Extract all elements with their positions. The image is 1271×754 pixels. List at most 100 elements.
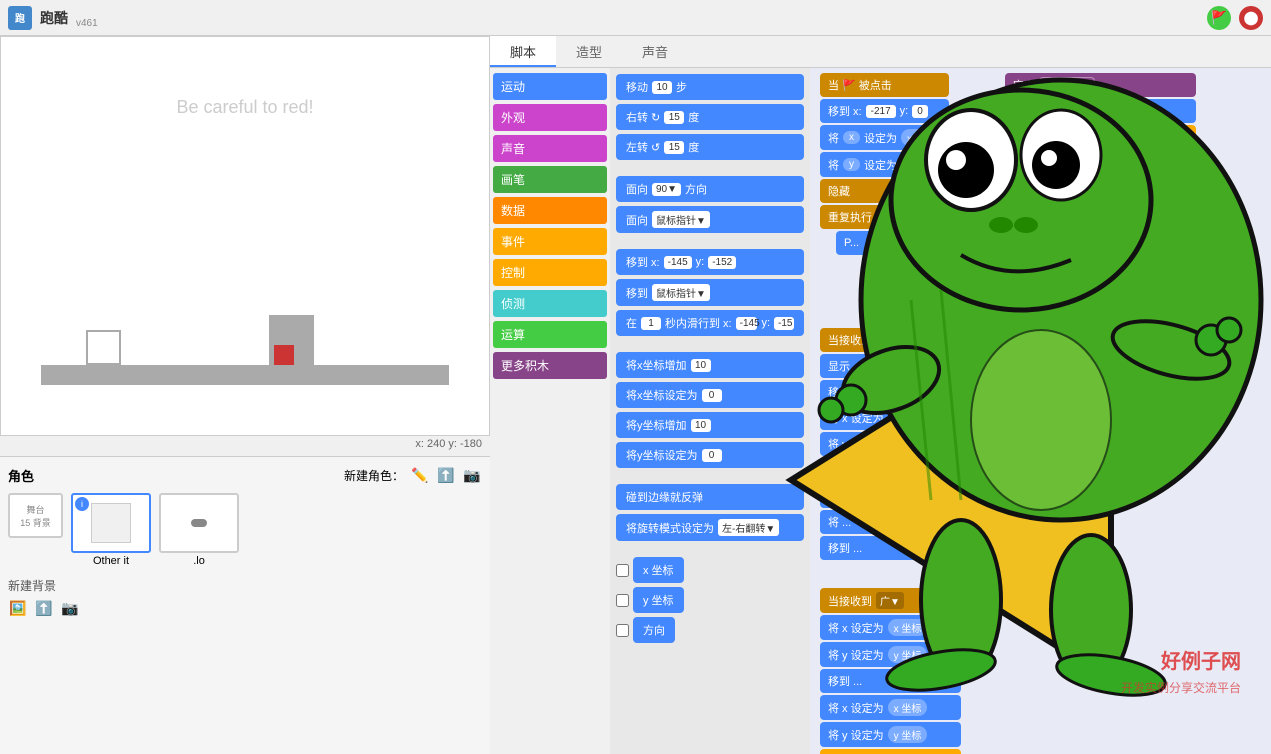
tab-scripts[interactable]: 脚本 <box>490 36 556 67</box>
block-y-coord-checkbox[interactable]: y 坐标 <box>616 587 804 613</box>
cat-events[interactable]: 事件 <box>493 228 607 255</box>
if-left-key[interactable]: 如果 数键 左移键 是否按下？ 那么 <box>1005 202 1196 227</box>
block-x-coord-checkbox[interactable]: x 坐标 <box>616 557 804 583</box>
cat-data[interactable]: 数据 <box>493 197 607 224</box>
change-xv-neg[interactable]: 将 Xv 增加 -0.85 <box>1025 253 1196 277</box>
move-to-block[interactable]: 移到 ... <box>820 669 961 693</box>
set-y-2[interactable]: 将 y 设定为 0 <box>820 432 928 456</box>
sprites-title: 角色 <box>8 466 34 485</box>
set-x-2[interactable]: 将 x 设定为 -222 <box>820 406 928 430</box>
block-goto-mouse[interactable]: 移到 鼠标指针▼ <box>616 279 804 306</box>
repeat-block[interactable]: 重复执行 <box>820 205 949 229</box>
block-glide[interactable]: 在 1 秒内滑行到 x: -145 y: -15 <box>616 310 804 336</box>
if-left-body: 面向 -90▼ 方向 将 Xv 增加 -0.85 <box>1025 229 1196 277</box>
block-change-y[interactable]: 将y坐标增加 10 <box>616 412 804 438</box>
paint-bg-button[interactable]: 🖼️ <box>8 598 28 618</box>
cat-control[interactable]: 控制 <box>493 259 607 286</box>
paint-sprite-button[interactable]: ✏️ <box>410 465 430 485</box>
set-x-1[interactable]: 将 x 设定为 x 坐标 <box>820 125 949 150</box>
tab-sounds[interactable]: 声音 <box>622 36 688 67</box>
new-sprite-label: 新建角色： <box>344 467 404 484</box>
stage: Be careful to red! <box>0 36 490 436</box>
change-xv-pos[interactable]: 将 Xv 增加 0.85 <box>1025 176 1196 200</box>
block-turn-left[interactable]: 左转 ↺ 15 度 <box>616 134 804 160</box>
event-flag-clicked[interactable]: 当 🚩 被点击 <box>820 73 949 97</box>
green-flag-button[interactable]: 🚩 <box>1207 6 1231 30</box>
camera-sprite-button[interactable]: 📷 <box>462 465 482 485</box>
set-y-3[interactable]: 将 y 设定为 y 坐标 <box>820 642 961 667</box>
cat-more[interactable]: 更多积木 <box>493 352 607 379</box>
block-change-x[interactable]: 将x坐标增加 10 <box>616 352 804 378</box>
stage-red-block <box>274 345 294 365</box>
upload-sprite-button[interactable]: ⬆️ <box>436 465 456 485</box>
show-block[interactable]: 显示 <box>820 354 928 378</box>
block-face-dir[interactable]: 面向 90▼ 方向 <box>616 176 804 202</box>
stage-platform <box>41 365 449 385</box>
main-area: Be careful to red! x: 240 y: -180 角色 新建角… <box>0 36 1271 754</box>
categories-panel: 运动 外观 声音 画笔 数据 事件 控制 侦测 运算 更多积木 <box>490 68 610 754</box>
go-to-xy-1[interactable]: 移到 x: -217 y: 0 <box>820 99 949 123</box>
block-turn-right[interactable]: 右转 ↻ 15 度 <box>616 104 804 130</box>
scripts-area: 脚本 造型 声音 运动 外观 声音 画笔 数据 事件 控制 侦测 运算 更多积木… <box>490 36 1271 754</box>
set-block-1[interactable]: 将 ... <box>820 484 928 508</box>
stage-coords: x: 240 y: -180 <box>0 436 490 456</box>
go-to-xy-2[interactable]: 移到 x: -222 y: ... <box>820 380 928 404</box>
stage-sprite-item[interactable]: 舞台 15 背景 <box>8 493 63 567</box>
scripts-canvas[interactable]: 当 🚩 被点击 移到 x: -217 y: 0 将 x 设定为 x 坐标 将 y… <box>810 68 1271 754</box>
x-coord-check[interactable] <box>616 564 629 577</box>
upload-bg-button[interactable]: ⬆️ <box>34 598 54 618</box>
app-icon: 跑 <box>8 6 32 30</box>
event-receive-start[interactable]: 当接收到 Start▼ <box>820 328 928 352</box>
block-face-mouse[interactable]: 面向 鼠标指针▼ <box>616 206 804 233</box>
set-block-2[interactable]: 将 ... <box>820 510 928 534</box>
camera-bg-button[interactable]: 📷 <box>60 598 80 618</box>
block-move[interactable]: 移动 10 步 <box>616 74 804 100</box>
physics-param-xy[interactable]: 移到 x: x y: y <box>1005 99 1196 123</box>
tabs: 脚本 造型 声音 <box>490 36 1271 68</box>
topbar: 跑 跑酷 v461 🚩 ⬤ <box>0 0 1271 36</box>
stop-button[interactable]: ⬤ <box>1239 6 1263 30</box>
set-cos-x[interactable]: 将 x 设定为 x 坐标 <box>820 695 961 720</box>
cat-sound[interactable]: 声音 <box>493 135 607 162</box>
if-touch-color[interactable]: 如果 碰到颜色 ？ <box>820 749 961 754</box>
block-goto-xy[interactable]: 移到 x: -145 y: -152 <box>616 249 804 275</box>
block-rotation-style[interactable]: 将旋转模式设定为 左-右翻转▼ <box>616 514 804 541</box>
y-coord-check[interactable] <box>616 594 629 607</box>
p-block[interactable]: P... <box>836 231 949 255</box>
sprite-item-0[interactable]: i Other it <box>71 493 151 567</box>
if-right-body: 面向 90▼ 方向 将 Xv 增加 0.85 <box>1025 152 1196 200</box>
if-right-key[interactable]: 如果 数键 右移键 是否按下？ 那么 <box>1005 125 1196 150</box>
sprite-costume-0 <box>91 503 131 543</box>
block-set-y[interactable]: 将y坐标设定为 0 <box>616 442 804 468</box>
xv-times[interactable]: Xv * 0.87 <box>1005 279 1196 303</box>
sprite-item-1[interactable]: .lo <box>159 493 239 567</box>
go-to-block[interactable]: 移到 ... <box>820 536 928 560</box>
sprite-thumb-0: i <box>71 493 151 553</box>
app-title: 跑酷 <box>40 8 68 28</box>
script-group-2: 当接收到 Start▼ 显示 移到 x: -222 y: ... 将 x 设定为… <box>820 328 928 560</box>
sprite-name-0: Other it <box>93 555 129 567</box>
set-y-1[interactable]: 将 y 设定为 y 坐标 <box>820 152 949 177</box>
define-physics[interactable]: 定义 Physics <box>1005 73 1196 97</box>
direction-check[interactable] <box>616 624 629 637</box>
face-n90[interactable]: 面向 -90▼ 方向 <box>1025 229 1196 253</box>
set-cos-y[interactable]: 将 y 设定为 y 坐标 <box>820 722 961 747</box>
block-direction-checkbox[interactable]: 方向 <box>616 617 804 643</box>
cat-operators[interactable]: 运算 <box>493 321 607 348</box>
go-to-xy-3[interactable]: 移到 x: 2 y: 0 <box>820 458 928 482</box>
cat-motion[interactable]: 运动 <box>493 73 607 100</box>
bg-controls: 🖼️ ⬆️ 📷 <box>8 598 482 618</box>
sprites-grid: 舞台 15 背景 i Other it . <box>8 493 482 567</box>
tab-costumes[interactable]: 造型 <box>556 36 622 67</box>
script-group-1: 当 🚩 被点击 移到 x: -217 y: 0 将 x 设定为 x 坐标 将 y… <box>820 73 949 255</box>
face-90[interactable]: 面向 90▼ 方向 <box>1025 152 1196 176</box>
hide-block[interactable]: 隐藏 <box>820 179 949 203</box>
event-receive-3[interactable]: 当接收到 广▼ <box>820 588 961 613</box>
cat-looks[interactable]: 外观 <box>493 104 607 131</box>
block-set-x[interactable]: 将x坐标设定为 0 <box>616 382 804 408</box>
cat-sensing[interactable]: 侦测 <box>493 290 607 317</box>
block-bounce[interactable]: 碰到边缘就反弹 <box>616 484 804 510</box>
cat-pen[interactable]: 画笔 <box>493 166 607 193</box>
blocks-palette: 移动 10 步 右转 ↻ 15 度 左转 ↺ 15 度 面向 90▼ 方向 面向… <box>610 68 810 754</box>
set-x-3[interactable]: 将 x 设定为 x 坐标 <box>820 615 961 640</box>
